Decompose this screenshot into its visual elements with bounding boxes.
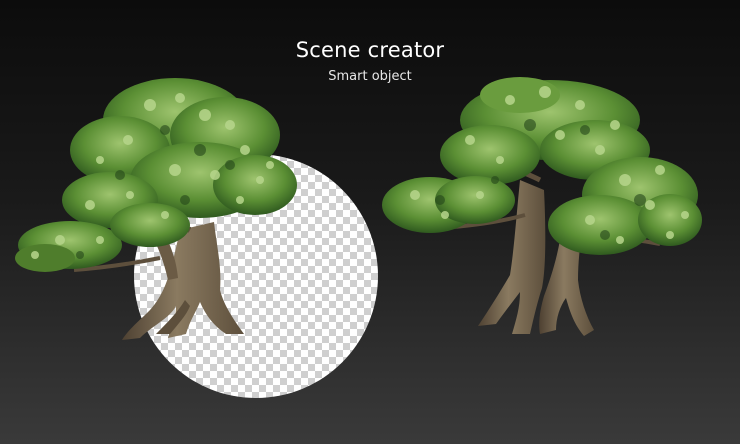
page-subtitle: Smart object <box>328 69 412 84</box>
page-title: Scene creator <box>295 38 445 62</box>
scene-illustration <box>15 77 702 398</box>
scene-canvas: Scene creator Smart object <box>0 0 740 444</box>
tree-right <box>382 77 702 336</box>
